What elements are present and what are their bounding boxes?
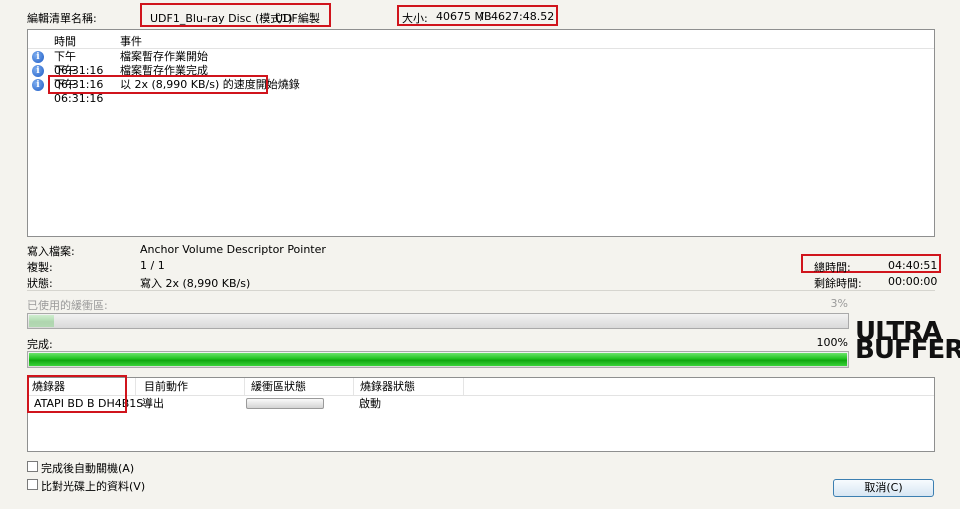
state-label: 狀態: xyxy=(27,277,53,290)
info-icon: i xyxy=(32,79,44,91)
col-current-action[interactable]: 目前動作 xyxy=(136,378,245,395)
buffer-label: 已使用的緩衝區: xyxy=(27,299,108,312)
log-col-event[interactable]: 事件 xyxy=(120,33,142,49)
write-file-label: 寫入檔案: xyxy=(27,245,75,258)
remaining-time-label: 剩餘時間: xyxy=(814,277,862,290)
buffer-progress-bar xyxy=(27,313,849,329)
ultra-buffer-logo: ULTRA BUFFER xyxy=(855,319,960,365)
highlight-box-burn-start xyxy=(48,75,268,94)
recorder-buffer-bar xyxy=(246,398,324,409)
auto-shutdown-label[interactable]: 完成後自動關機(A) xyxy=(41,460,134,476)
copy-label: 複製: xyxy=(27,261,53,274)
buffer-percent: 3% xyxy=(830,297,848,310)
recorder-state: 啟動 xyxy=(359,397,381,410)
highlight-box-recorder xyxy=(27,375,127,413)
size-time: 4627:48.52 xyxy=(491,10,555,23)
compilation-name-label: 編輯清單名稱: xyxy=(27,12,97,25)
complete-label: 完成: xyxy=(27,338,53,351)
cancel-button[interactable]: 取消(C) xyxy=(833,479,934,497)
complete-progress-fill xyxy=(29,353,847,366)
logo-line-2: BUFFER xyxy=(855,335,960,365)
info-icon: i xyxy=(32,51,44,63)
total-time-value: 04:40:51 xyxy=(888,259,938,272)
size-separator: / xyxy=(480,10,484,23)
recorder-header: 燒錄器 目前動作 緩衝區狀態 燒錄器狀態 xyxy=(28,378,934,396)
disc-format: UDF編製 xyxy=(275,12,320,25)
recorder-row[interactable]: ATAPI BD B DH4B1S 導出 啟動 xyxy=(28,396,934,412)
complete-progress-bar xyxy=(27,351,849,368)
recorder-action: 導出 xyxy=(142,397,164,410)
state-value: 寫入 2x (8,990 KB/s) xyxy=(140,277,251,290)
log-event: 檔案暫存作業開始 xyxy=(120,50,208,63)
total-time-label: 總時間: xyxy=(814,261,851,274)
size-label: 大小: xyxy=(402,12,428,25)
col-recorder-state[interactable]: 燒錄器狀態 xyxy=(354,378,464,395)
divider xyxy=(27,290,935,291)
event-log-panel[interactable]: 時間 事件 i 下午 06:31:16 檔案暫存作業開始 i 下午 06:31:… xyxy=(27,29,935,237)
copy-value: 1 / 1 xyxy=(140,259,165,272)
log-col-time[interactable]: 時間 xyxy=(54,33,76,49)
auto-shutdown-checkbox[interactable] xyxy=(27,461,38,472)
complete-percent: 100% xyxy=(816,336,848,349)
disc-name: UDF1_Blu-ray Disc (模式1) xyxy=(150,12,293,25)
log-header: 時間 事件 xyxy=(28,30,934,49)
remaining-time-value: 00:00:00 xyxy=(888,275,938,288)
recorder-table[interactable]: 燒錄器 目前動作 緩衝區狀態 燒錄器狀態 ATAPI BD B DH4B1S 導… xyxy=(27,377,935,452)
verify-label[interactable]: 比對光碟上的資料(V) xyxy=(41,478,145,494)
buffer-progress-fill xyxy=(29,315,54,327)
verify-checkbox[interactable] xyxy=(27,479,38,490)
col-buffer-state[interactable]: 緩衝區狀態 xyxy=(245,378,354,395)
info-icon: i xyxy=(32,65,44,77)
write-file-value: Anchor Volume Descriptor Pointer xyxy=(140,243,326,256)
